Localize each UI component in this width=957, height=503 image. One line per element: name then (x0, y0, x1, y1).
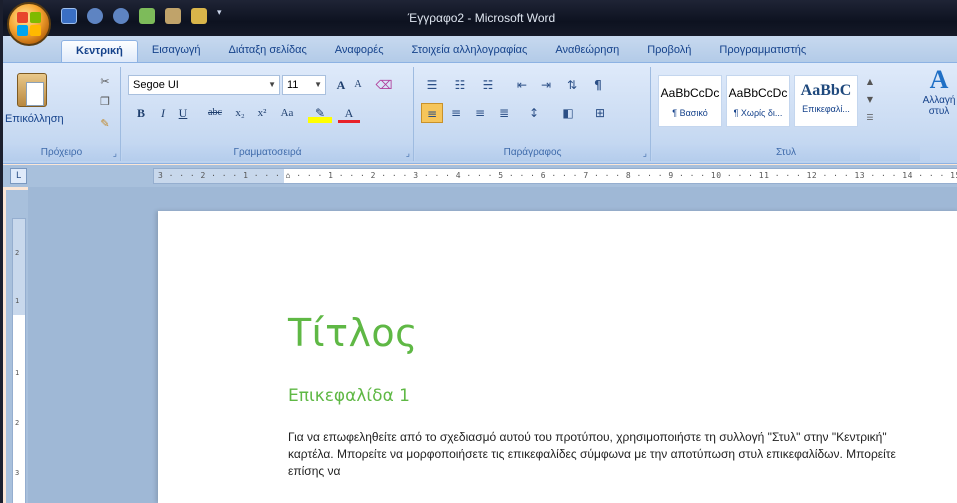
align-right-icon[interactable]: ≡ (469, 103, 491, 123)
font-dialog-launcher-icon[interactable]: ⌟ (406, 149, 410, 159)
italic-button[interactable]: I (154, 103, 172, 123)
vruler-tick: 1 (15, 369, 20, 377)
change-style-label: Αλλαγή στυλ (922, 95, 956, 117)
highlight-color-icon[interactable]: ✎ (308, 103, 332, 123)
justify-icon[interactable]: ≣ (493, 103, 515, 123)
style-name: Επικεφαλί... (802, 104, 850, 114)
borders-icon[interactable]: ⊞ (589, 103, 611, 123)
tab-review[interactable]: Αναθεώρηση (541, 40, 633, 62)
style-sample: AaBbCcDc (660, 86, 720, 100)
title-bar: ▾ Έγγραφο2 - Microsoft Word (3, 0, 957, 36)
superscript-button[interactable]: x² (252, 103, 272, 123)
styles-group: AaBbCcDc ¶ Βασικό AaBbCcDc ¶ Χωρίς δι...… (652, 67, 957, 161)
bold-button[interactable]: B (132, 103, 150, 123)
font-group: Segoe UI ▼ 11 ▼ A A ⌫ B I U abc x₂ x² Aa… (122, 67, 414, 161)
chevron-down-icon: ▼ (314, 80, 322, 89)
style-sample: AaBbC (800, 82, 852, 99)
decrease-indent-icon[interactable]: ⇤ (511, 75, 533, 95)
styles-scroll-down-icon[interactable]: ▼ (862, 93, 878, 107)
font-name-value: Segoe UI (133, 79, 179, 91)
clipboard-group-label: Πρόχειρο (3, 145, 120, 161)
style-tile-no-spacing[interactable]: AaBbCcDc ¶ Χωρίς δι... (726, 75, 790, 127)
shading-icon[interactable]: ◧ (557, 103, 579, 123)
strikethrough-button[interactable]: abc (202, 103, 228, 123)
office-button[interactable] (7, 2, 51, 46)
subscript-button[interactable]: x₂ (230, 103, 250, 123)
paste-button-label[interactable]: Επικόλληση (5, 113, 64, 125)
tab-home[interactable]: Κεντρική (61, 40, 138, 62)
change-style-icon: A (929, 65, 949, 94)
paragraph-group-label: Παράγραφος (415, 145, 650, 161)
align-center-icon[interactable]: ≡ (445, 103, 467, 123)
increase-indent-icon[interactable]: ⇥ (535, 75, 557, 95)
ribbon: Επικόλληση ✂ ❐ ✎ Πρόχειρο ⌟ Segoe UI ▼ 1… (3, 62, 957, 164)
paste-icon[interactable] (17, 73, 47, 107)
shrink-font-button[interactable]: A (350, 75, 366, 95)
vertical-ruler-bar: 2 1 1 2 3 (6, 190, 28, 503)
tab-view[interactable]: Προβολή (633, 40, 705, 62)
underline-button[interactable]: U (174, 103, 192, 123)
bullets-icon[interactable]: ☰ (421, 75, 443, 95)
ruler-bar: L 3 · · · 2 · · · 1 · · · ⌂ · · · 1 · · … (3, 165, 957, 187)
window-title: Έγγραφο2 - Microsoft Word (407, 11, 556, 25)
document-title[interactable]: Τίτλος (288, 311, 418, 355)
grow-font-button[interactable]: A (332, 75, 350, 95)
clear-formatting-icon[interactable]: ⌫ (374, 75, 394, 95)
vruler-tick: 3 (15, 469, 20, 477)
clipboard-group: Επικόλληση ✂ ❐ ✎ Πρόχειρο ⌟ (3, 67, 121, 161)
styles-group-label: Στυλ (652, 145, 920, 161)
document-workspace: Τίτλος Επικεφαλίδα 1 Για να επωφεληθείτε… (28, 187, 957, 503)
paragraph-dialog-launcher-icon[interactable]: ⌟ (643, 149, 647, 159)
tab-insert[interactable]: Εισαγωγή (138, 40, 215, 62)
tab-mailings[interactable]: Στοιχεία αλληλογραφίας (398, 40, 542, 62)
font-size-value: 11 (287, 79, 299, 91)
document-body-text[interactable]: Για να επωφεληθείτε από το σχεδιασμό αυτ… (288, 429, 928, 480)
paragraph-group: ☰ ☷ ☵ ⇤ ⇥ ⇅ ¶ ≡ ≡ ≡ ≣ ↕ ◧ ⊞ Παράγραφος ⌟ (415, 67, 651, 161)
style-name: ¶ Βασικό (672, 108, 708, 118)
numbering-icon[interactable]: ☷ (449, 75, 471, 95)
ribbon-tabs: Κεντρική Εισαγωγή Διάταξη σελίδας Αναφορ… (3, 36, 957, 62)
vruler-tick: 2 (15, 419, 20, 427)
show-marks-icon[interactable]: ¶ (587, 75, 609, 95)
tab-page-layout[interactable]: Διάταξη σελίδας (215, 40, 321, 62)
format-painter-icon[interactable]: ✎ (97, 117, 113, 131)
word-window: ▾ Έγγραφο2 - Microsoft Word Κεντρική Εισ… (0, 0, 957, 503)
copy-icon[interactable]: ❐ (97, 95, 113, 109)
font-name-dropdown[interactable]: Segoe UI ▼ (128, 75, 280, 95)
styles-scroll-up-icon[interactable]: ▲ (862, 75, 878, 89)
font-group-label: Γραμματοσειρά (122, 145, 413, 161)
multilevel-list-icon[interactable]: ☵ (477, 75, 499, 95)
tab-references[interactable]: Αναφορές (321, 40, 398, 62)
document-heading-1[interactable]: Επικεφαλίδα 1 (288, 386, 410, 406)
chevron-down-icon: ▼ (268, 80, 276, 89)
align-left-icon[interactable]: ≡ (421, 103, 443, 123)
change-style-button[interactable]: A Αλλαγή στυλ (917, 65, 957, 137)
sort-icon[interactable]: ⇅ (561, 75, 583, 95)
style-sample: AaBbCcDc (728, 86, 788, 100)
vruler-tick: 1 (15, 297, 20, 305)
clipboard-dialog-launcher-icon[interactable]: ⌟ (113, 149, 117, 159)
vertical-ruler[interactable]: 2 1 1 2 3 (12, 218, 26, 503)
cut-icon[interactable]: ✂ (97, 75, 113, 89)
style-tile-heading[interactable]: AaBbC Επικεφαλί... (794, 75, 858, 127)
vruler-tick: 2 (15, 249, 20, 257)
ruler-ticks: 3 · · · 2 · · · 1 · · · ⌂ · · · 1 · · · … (158, 171, 957, 180)
style-name: ¶ Χωρίς δι... (733, 108, 783, 118)
styles-more-icon[interactable]: ☰ (862, 111, 878, 125)
document-page[interactable]: Τίτλος Επικεφαλίδα 1 Για να επωφεληθείτε… (158, 211, 957, 503)
tab-developer[interactable]: Προγραμματιστής (705, 40, 820, 62)
tab-selector-icon[interactable]: L (10, 168, 27, 184)
horizontal-ruler[interactable]: 3 · · · 2 · · · 1 · · · ⌂ · · · 1 · · · … (153, 168, 957, 184)
font-size-dropdown[interactable]: 11 ▼ (282, 75, 326, 95)
change-case-button[interactable]: Aa (276, 103, 298, 123)
font-color-icon[interactable]: A (338, 103, 360, 123)
line-spacing-icon[interactable]: ↕ (523, 103, 545, 123)
office-logo-icon (17, 12, 41, 36)
style-tile-normal[interactable]: AaBbCcDc ¶ Βασικό (658, 75, 722, 127)
